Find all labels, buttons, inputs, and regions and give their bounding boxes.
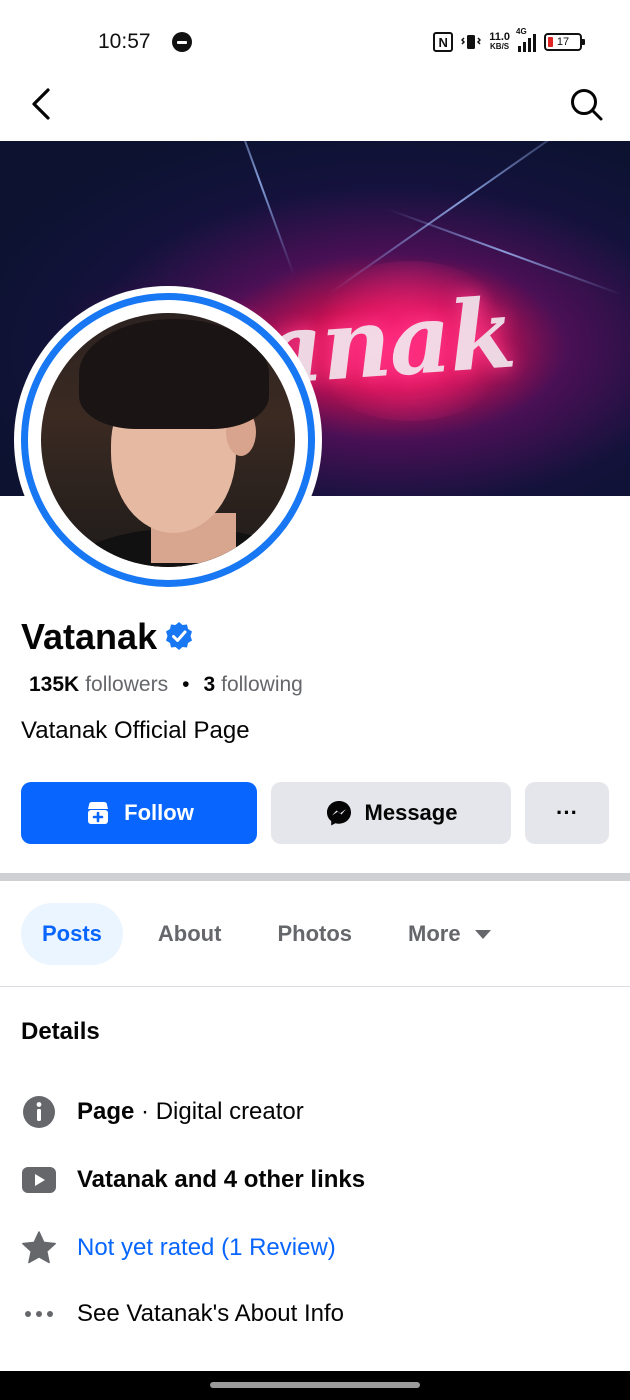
gesture-bar [0, 1371, 630, 1400]
detail-row-about-info[interactable]: See Vatanak's About Info [21, 1296, 611, 1332]
network-speed-unit: KB/S [490, 42, 510, 51]
tab-photos[interactable]: Photos [256, 903, 373, 965]
caret-down-icon [474, 929, 491, 939]
avatar [41, 313, 295, 567]
search-icon[interactable] [568, 86, 604, 122]
signal-icon: 4G [516, 27, 536, 52]
details-heading: Details [21, 1018, 100, 1045]
verified-badge-icon[interactable] [164, 621, 194, 651]
nfc-icon: N [433, 32, 454, 52]
following-count[interactable]: 3 [203, 673, 215, 697]
home-indicator[interactable] [210, 1382, 420, 1388]
network-speed: 11.0 KB/S [489, 32, 510, 52]
detail-row-rating[interactable]: Not yet rated (1 Review) [21, 1230, 611, 1266]
signal-bar [528, 38, 531, 52]
detail-text: Vatanak and 4 other links [77, 1166, 365, 1194]
followers-count[interactable]: 135K [29, 673, 79, 697]
tabs-divider [0, 986, 630, 987]
messenger-icon [326, 801, 351, 826]
do-not-disturb-icon [172, 32, 192, 52]
network-speed-value: 11.0 [489, 31, 510, 43]
message-button[interactable]: Message [271, 782, 511, 844]
status-time: 10:57 [98, 30, 151, 53]
profile-tabs: Posts About Photos More [21, 903, 512, 965]
about-info-link[interactable]: See Vatanak's About Info [77, 1300, 344, 1328]
battery-icon: 17 [544, 33, 585, 51]
detail-bold: Vatanak and 4 other links [77, 1166, 366, 1193]
vibrate-icon [461, 35, 482, 49]
tab-about[interactable]: About [137, 903, 243, 965]
rating-link[interactable]: Not yet rated (1 Review) [77, 1234, 336, 1262]
profile-picture[interactable] [14, 286, 322, 594]
followers-label[interactable]: followers [85, 673, 168, 697]
follow-label: Follow [124, 800, 194, 825]
signal-bar [533, 34, 536, 52]
section-divider [0, 873, 630, 881]
battery-level: 17 [556, 36, 570, 48]
youtube-icon [21, 1162, 57, 1198]
story-ring [21, 293, 315, 587]
tab-more[interactable]: More [387, 903, 512, 965]
cover-light-streak [224, 141, 296, 277]
more-dots-icon: ··· [556, 800, 578, 825]
following-label[interactable]: following [221, 673, 303, 697]
tab-posts[interactable]: Posts [21, 903, 123, 965]
stats-separator: • [182, 673, 190, 696]
detail-row-links[interactable]: Vatanak and 4 other links [21, 1162, 611, 1198]
message-label: Message [364, 800, 458, 825]
more-options-button[interactable]: ··· [525, 782, 609, 844]
signal-bar [523, 42, 526, 52]
avatar-hair [79, 319, 269, 429]
detail-rest: · Digital creator [134, 1098, 304, 1125]
chevron-left-icon[interactable] [26, 86, 58, 122]
detail-text: Page · Digital creator [77, 1098, 304, 1126]
more-dots-icon [21, 1296, 57, 1332]
detail-row-category: Page · Digital creator [21, 1094, 611, 1130]
tab-label: Posts [42, 921, 102, 946]
page-intro: Vatanak Official Page [21, 717, 250, 744]
follower-stats: 135K followers • 3 following [29, 673, 303, 697]
follow-button[interactable]: Follow [21, 782, 257, 844]
tab-label: About [157, 921, 222, 946]
tab-label: Photos [277, 921, 353, 946]
page-title: Vatanak [21, 616, 158, 657]
action-buttons: Follow Message ··· [21, 782, 609, 844]
network-type: 4G [516, 27, 527, 36]
detail-bold: Page [77, 1098, 135, 1125]
star-icon [21, 1230, 57, 1266]
status-bar: 10:57 N 11.0 KB/S 4G 17 [0, 0, 630, 84]
info-icon [21, 1094, 57, 1130]
tab-label: More [408, 921, 461, 946]
top-nav [0, 84, 630, 140]
follow-page-icon [88, 802, 109, 824]
status-icons: N 11.0 KB/S 4G 17 [433, 27, 585, 54]
signal-bar [518, 46, 521, 52]
